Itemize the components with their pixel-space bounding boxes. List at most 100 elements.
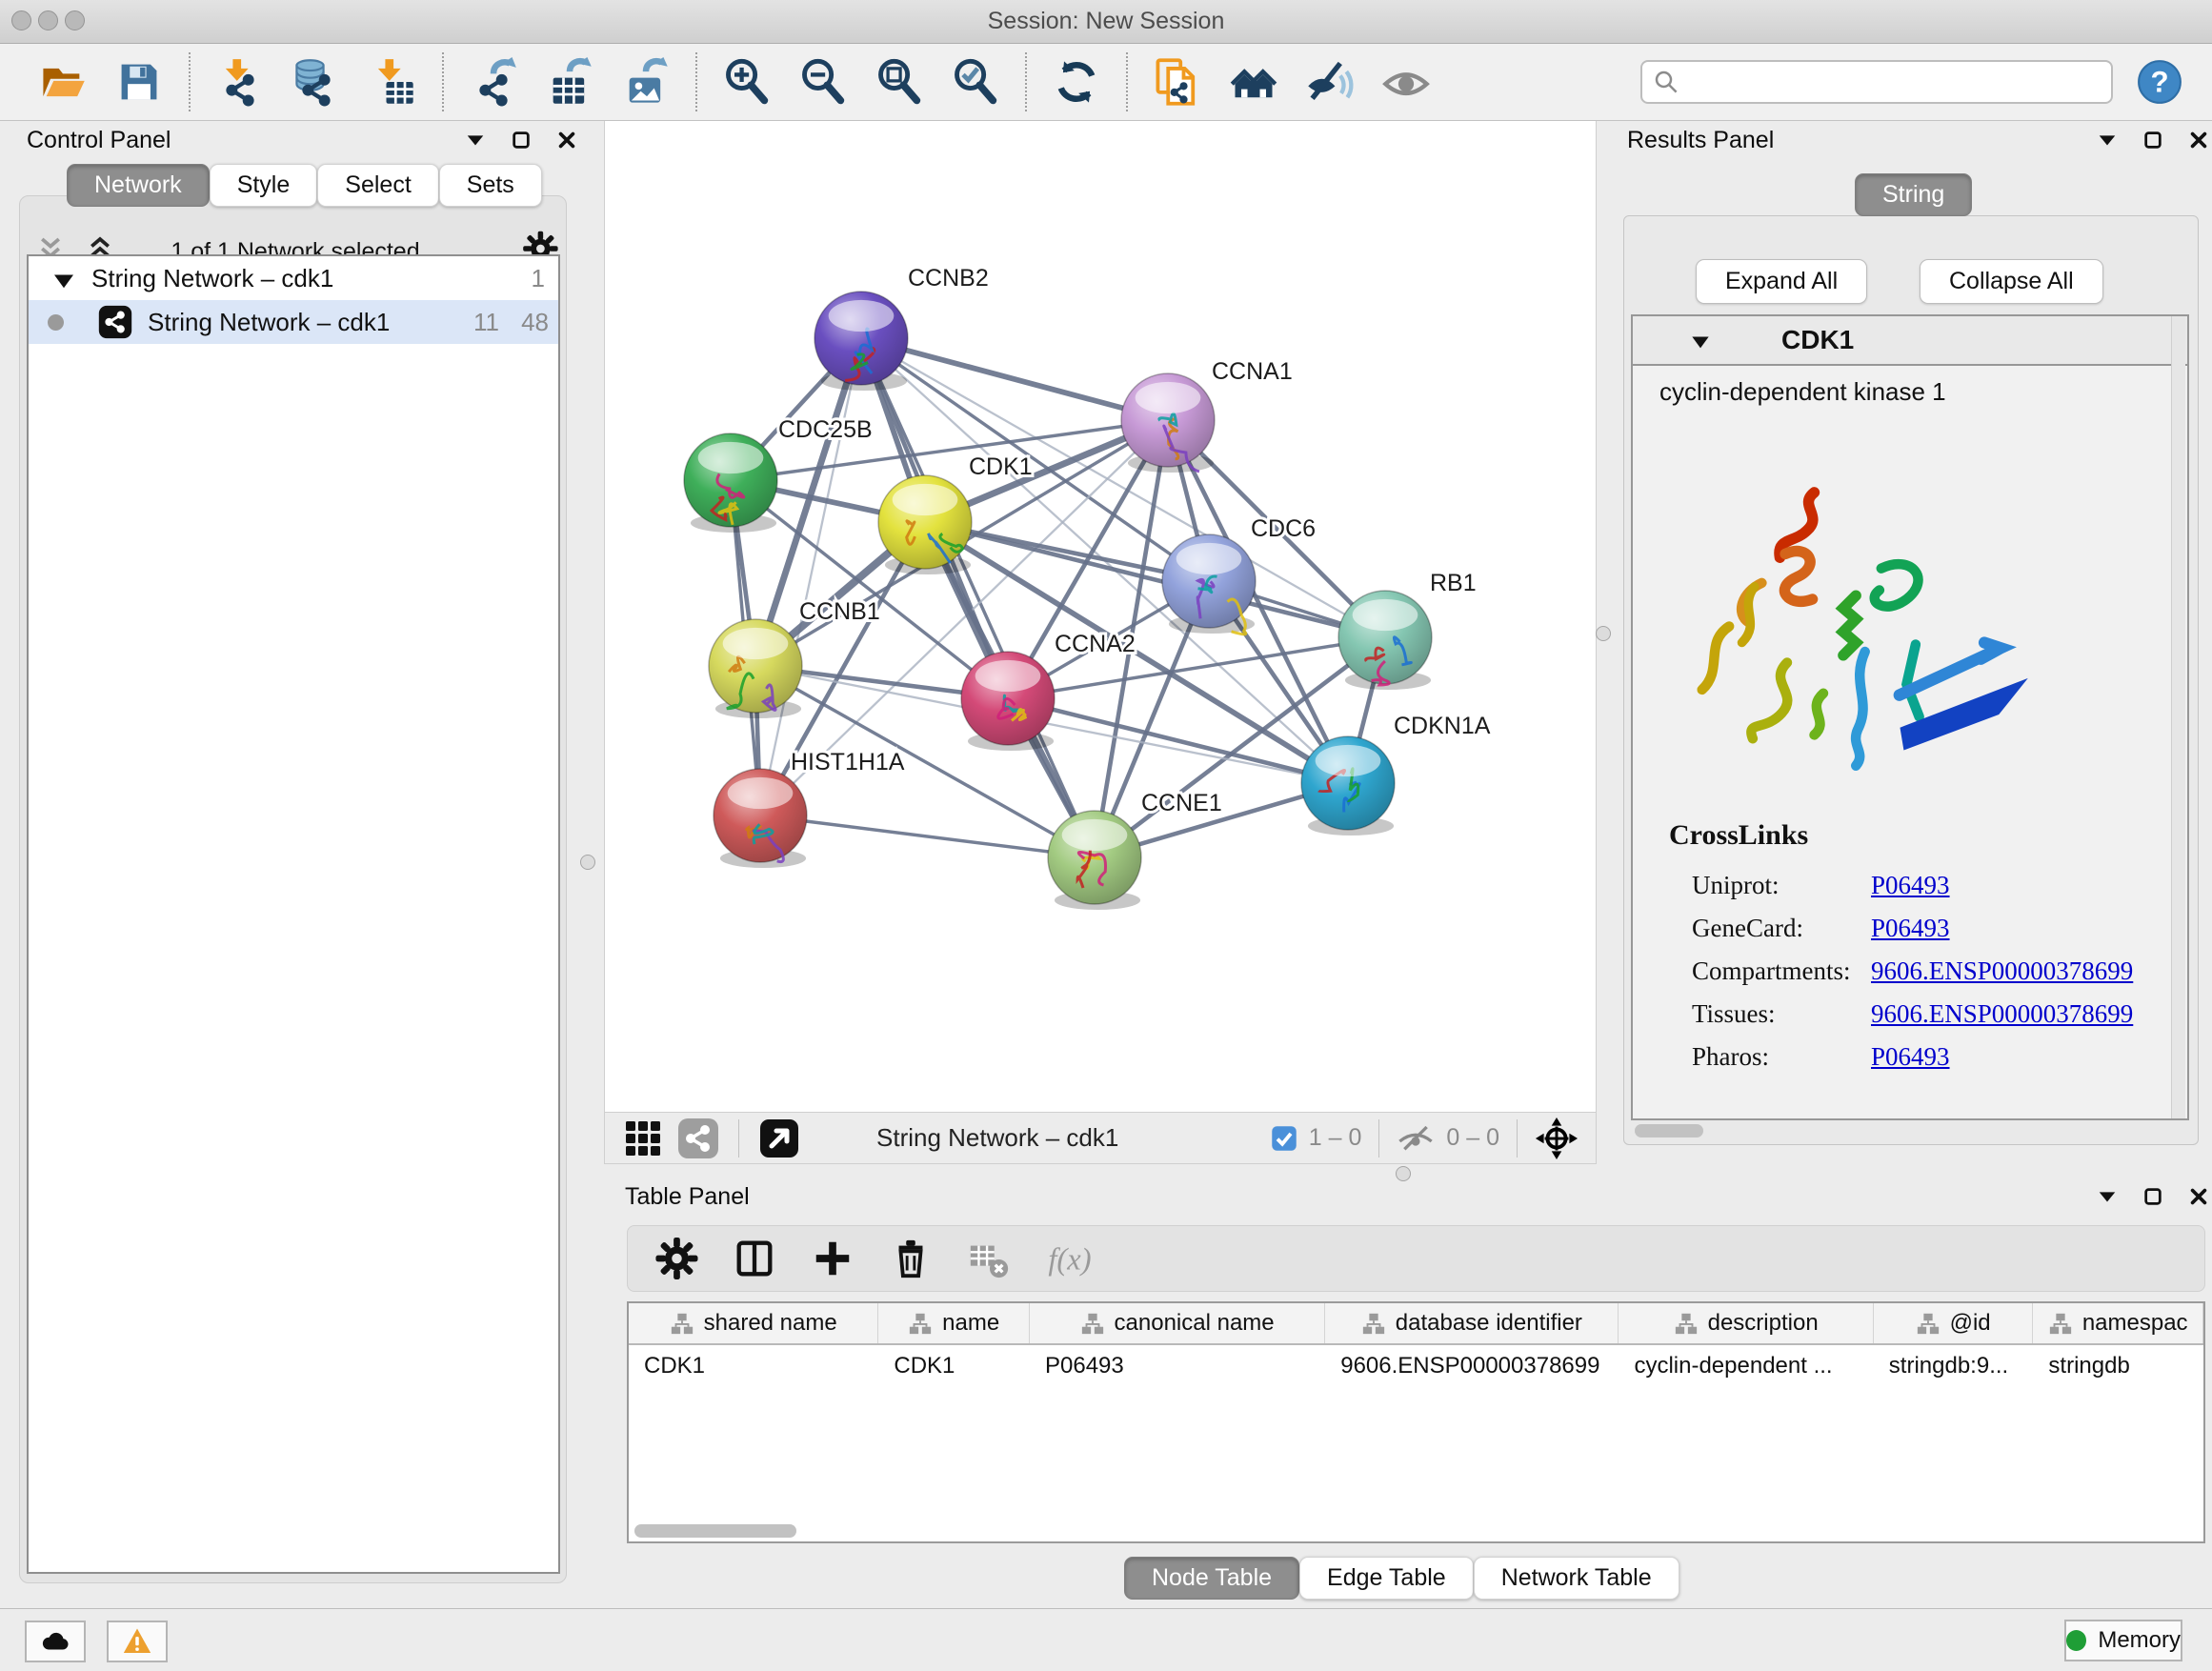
network-node-CCNB1[interactable] xyxy=(709,619,802,718)
export-network-icon[interactable] xyxy=(469,57,518,107)
crosslink-link[interactable]: 9606.ENSP00000378699 xyxy=(1871,956,2133,986)
import-table-file-icon[interactable] xyxy=(368,57,417,107)
show-all-icon[interactable] xyxy=(1381,57,1431,107)
crosslink-link[interactable]: 9606.ENSP00000378699 xyxy=(1871,999,2133,1029)
network-badge-icon[interactable] xyxy=(677,1117,719,1159)
network-row-selected[interactable]: String Network – cdk1 11 48 xyxy=(29,300,558,344)
results-scrollbar[interactable] xyxy=(2171,316,2185,1118)
maximize-panel-icon[interactable] xyxy=(2142,130,2163,151)
open-session-icon[interactable] xyxy=(38,57,88,107)
network-node-CDK1[interactable] xyxy=(878,475,972,574)
tab-network[interactable]: Network xyxy=(67,164,210,207)
column-header-name[interactable]: name xyxy=(878,1303,1030,1343)
control-panel-tabs: NetworkStyleSelectSets xyxy=(67,164,542,207)
import-network-database-icon[interactable] xyxy=(292,57,341,107)
tab-string[interactable]: String xyxy=(1855,173,1972,216)
crosslink-link[interactable]: P06493 xyxy=(1871,914,1950,943)
warnings-button[interactable] xyxy=(107,1621,168,1662)
table-body: CDK1CDK1P064939606.ENSP00000378699cyclin… xyxy=(629,1345,2203,1387)
table-settings-icon[interactable] xyxy=(654,1237,698,1280)
search-input[interactable] xyxy=(1680,68,2101,96)
zoom-fit-content-icon[interactable] xyxy=(875,57,924,107)
delete-column-icon[interactable] xyxy=(889,1237,933,1280)
hide-selected-icon[interactable] xyxy=(1305,57,1355,107)
table-hscroll-thumb[interactable] xyxy=(634,1524,796,1538)
network-edge[interactable] xyxy=(925,522,1385,637)
thumbnails-grid-icon[interactable] xyxy=(622,1117,664,1159)
splitter-handle[interactable] xyxy=(580,855,595,870)
first-neighbors-icon[interactable] xyxy=(1229,57,1278,107)
birds-eye-view-icon[interactable] xyxy=(1535,1117,1579,1160)
network-node-HIST1H1A[interactable] xyxy=(714,769,807,868)
crosslink-link[interactable]: P06493 xyxy=(1871,1042,1950,1072)
save-session-icon[interactable] xyxy=(114,57,164,107)
table-row[interactable]: CDK1CDK1P064939606.ENSP00000378699cyclin… xyxy=(629,1345,2203,1387)
close-panel-icon[interactable] xyxy=(556,130,577,151)
export-image-icon[interactable] xyxy=(621,57,671,107)
network-node-RB1[interactable] xyxy=(1338,591,1432,690)
tab-network-table[interactable]: Network Table xyxy=(1474,1557,1679,1600)
zoom-in-icon[interactable] xyxy=(722,57,772,107)
collection-caret-icon[interactable] xyxy=(50,268,78,289)
network-edge[interactable] xyxy=(861,338,1095,857)
crosslink-label: Compartments: xyxy=(1692,956,1871,986)
tab-node-table[interactable]: Node Table xyxy=(1124,1557,1299,1600)
float-panel-icon[interactable] xyxy=(465,130,486,151)
new-network-from-selection-icon[interactable] xyxy=(1153,57,1202,107)
search-box[interactable] xyxy=(1640,60,2113,104)
results-hscroll-thumb[interactable] xyxy=(1635,1124,1703,1137)
expand-all-button[interactable]: Expand All xyxy=(1696,259,1867,304)
network-node-CCNB2[interactable] xyxy=(814,292,908,391)
network-edge[interactable] xyxy=(760,815,1095,857)
node-table[interactable]: shared namenamecanonical namedatabase id… xyxy=(627,1301,2205,1543)
help-button[interactable]: ? xyxy=(2136,58,2183,106)
node-label-CDKN1A: CDKN1A xyxy=(1394,713,1491,739)
gene-section-header[interactable]: CDK1 xyxy=(1633,316,2187,366)
crosslink-link[interactable]: P06493 xyxy=(1871,871,1950,900)
tab-style[interactable]: Style xyxy=(210,164,318,207)
zoom-out-icon[interactable] xyxy=(798,57,848,107)
network-node-CCNA2[interactable] xyxy=(961,652,1055,751)
network-node-CDKN1A[interactable] xyxy=(1301,736,1395,836)
column-header-namespac[interactable]: namespac xyxy=(2033,1303,2203,1343)
network-collection-row[interactable]: String Network – cdk1 1 xyxy=(29,256,558,300)
detach-view-icon[interactable] xyxy=(758,1117,800,1159)
import-network-file-icon[interactable] xyxy=(215,57,265,107)
float-panel-icon[interactable] xyxy=(2097,130,2118,151)
column-header-shared-name[interactable]: shared name xyxy=(629,1303,878,1343)
network-node-CCNA1[interactable] xyxy=(1121,373,1215,473)
show-columns-icon[interactable] xyxy=(733,1237,776,1280)
column-header-canonical-name[interactable]: canonical name xyxy=(1030,1303,1325,1343)
crosslink-row: GeneCard:P06493 xyxy=(1692,914,2187,943)
memory-button[interactable]: Memory xyxy=(2064,1620,2182,1661)
network-node-CDC6[interactable] xyxy=(1162,534,1256,634)
tab-select[interactable]: Select xyxy=(317,164,438,207)
close-panel-icon[interactable] xyxy=(2188,1186,2209,1207)
maximize-panel-icon[interactable] xyxy=(511,130,532,151)
column-header-description[interactable]: description xyxy=(1619,1303,1873,1343)
section-caret-icon[interactable] xyxy=(1688,331,1713,350)
zoom-selected-icon[interactable] xyxy=(951,57,1000,107)
crosslinks-heading: CrossLinks xyxy=(1669,819,1808,852)
tab-edge-table[interactable]: Edge Table xyxy=(1299,1557,1474,1600)
network-edge[interactable] xyxy=(760,338,861,815)
maximize-panel-icon[interactable] xyxy=(2142,1186,2163,1207)
collapse-all-button[interactable]: Collapse All xyxy=(1920,259,2103,304)
splitter-handle[interactable] xyxy=(1396,1166,1411,1181)
splitter-handle[interactable] xyxy=(1596,626,1611,641)
network-graph[interactable]: CCNB2CCNA1CDC25BCDK1CDC6RB1CCNB1CCNA2CDK… xyxy=(605,121,1596,1110)
apply-preferred-layout-icon[interactable] xyxy=(1052,57,1101,107)
network-node-CDC25B[interactable] xyxy=(684,433,777,533)
close-panel-icon[interactable] xyxy=(2188,130,2209,151)
function-builder-icon: f(x) xyxy=(1045,1237,1112,1280)
network-node-CCNE1[interactable] xyxy=(1048,811,1141,910)
add-column-icon[interactable] xyxy=(811,1237,855,1280)
column-header--id[interactable]: @id xyxy=(1874,1303,2034,1343)
selected-nodes-checkbox-icon[interactable] xyxy=(1271,1125,1297,1152)
export-table-icon[interactable] xyxy=(545,57,594,107)
column-header-database-identifier[interactable]: database identifier xyxy=(1325,1303,1619,1343)
tab-sets[interactable]: Sets xyxy=(439,164,542,207)
network-canvas[interactable]: CCNB2CCNA1CDC25BCDK1CDC6RB1CCNB1CCNA2CDK… xyxy=(604,121,1597,1112)
automation-status-button[interactable] xyxy=(25,1621,86,1662)
float-panel-icon[interactable] xyxy=(2097,1186,2118,1207)
